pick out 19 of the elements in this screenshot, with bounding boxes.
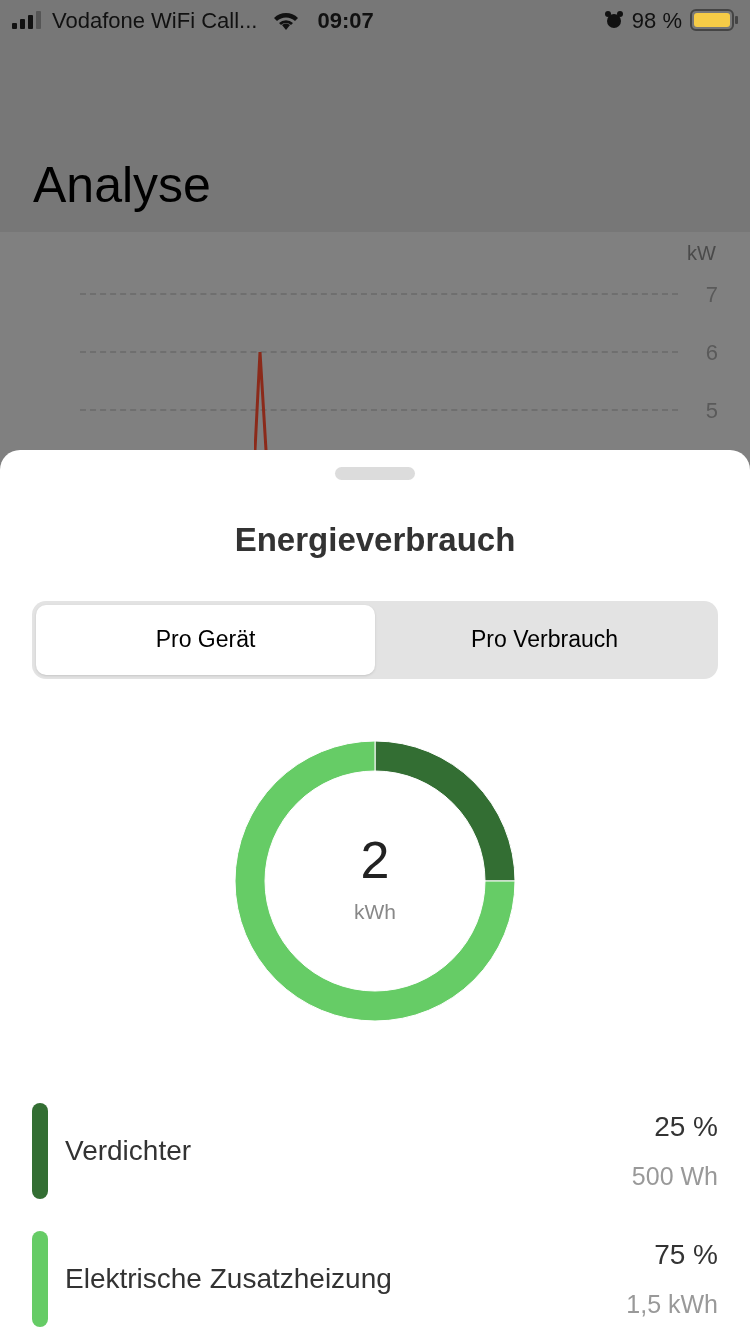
total-unit: kWh [354, 898, 396, 925]
carrier-name: Vodafone WiFi Call... [52, 6, 258, 35]
legend-label: Elektrische Zusatzheizung [65, 1261, 393, 1296]
segment-tab[interactable]: Pro Gerät [36, 604, 375, 675]
legend-label: Verdichter [65, 1133, 193, 1168]
legend-percent: 75 % [654, 1237, 718, 1272]
legend-amount: 1,5 kWh [626, 1288, 718, 1320]
drag-handle[interactable] [335, 467, 415, 480]
clock-time: 09:07 [317, 6, 374, 35]
battery-percent: 98 % [631, 6, 682, 35]
page-title: Analyse [33, 160, 211, 210]
segment-tab[interactable]: Pro Verbrauch [375, 604, 714, 675]
total-value: 2 [360, 833, 390, 886]
battery-icon [690, 9, 738, 31]
sheet-title: Energieverbrauch [234, 520, 516, 560]
signal-icon [12, 11, 42, 29]
legend-amount: 500 Wh [631, 1160, 718, 1192]
legend-percent: 25 % [654, 1109, 718, 1144]
alarm-icon [603, 10, 624, 30]
